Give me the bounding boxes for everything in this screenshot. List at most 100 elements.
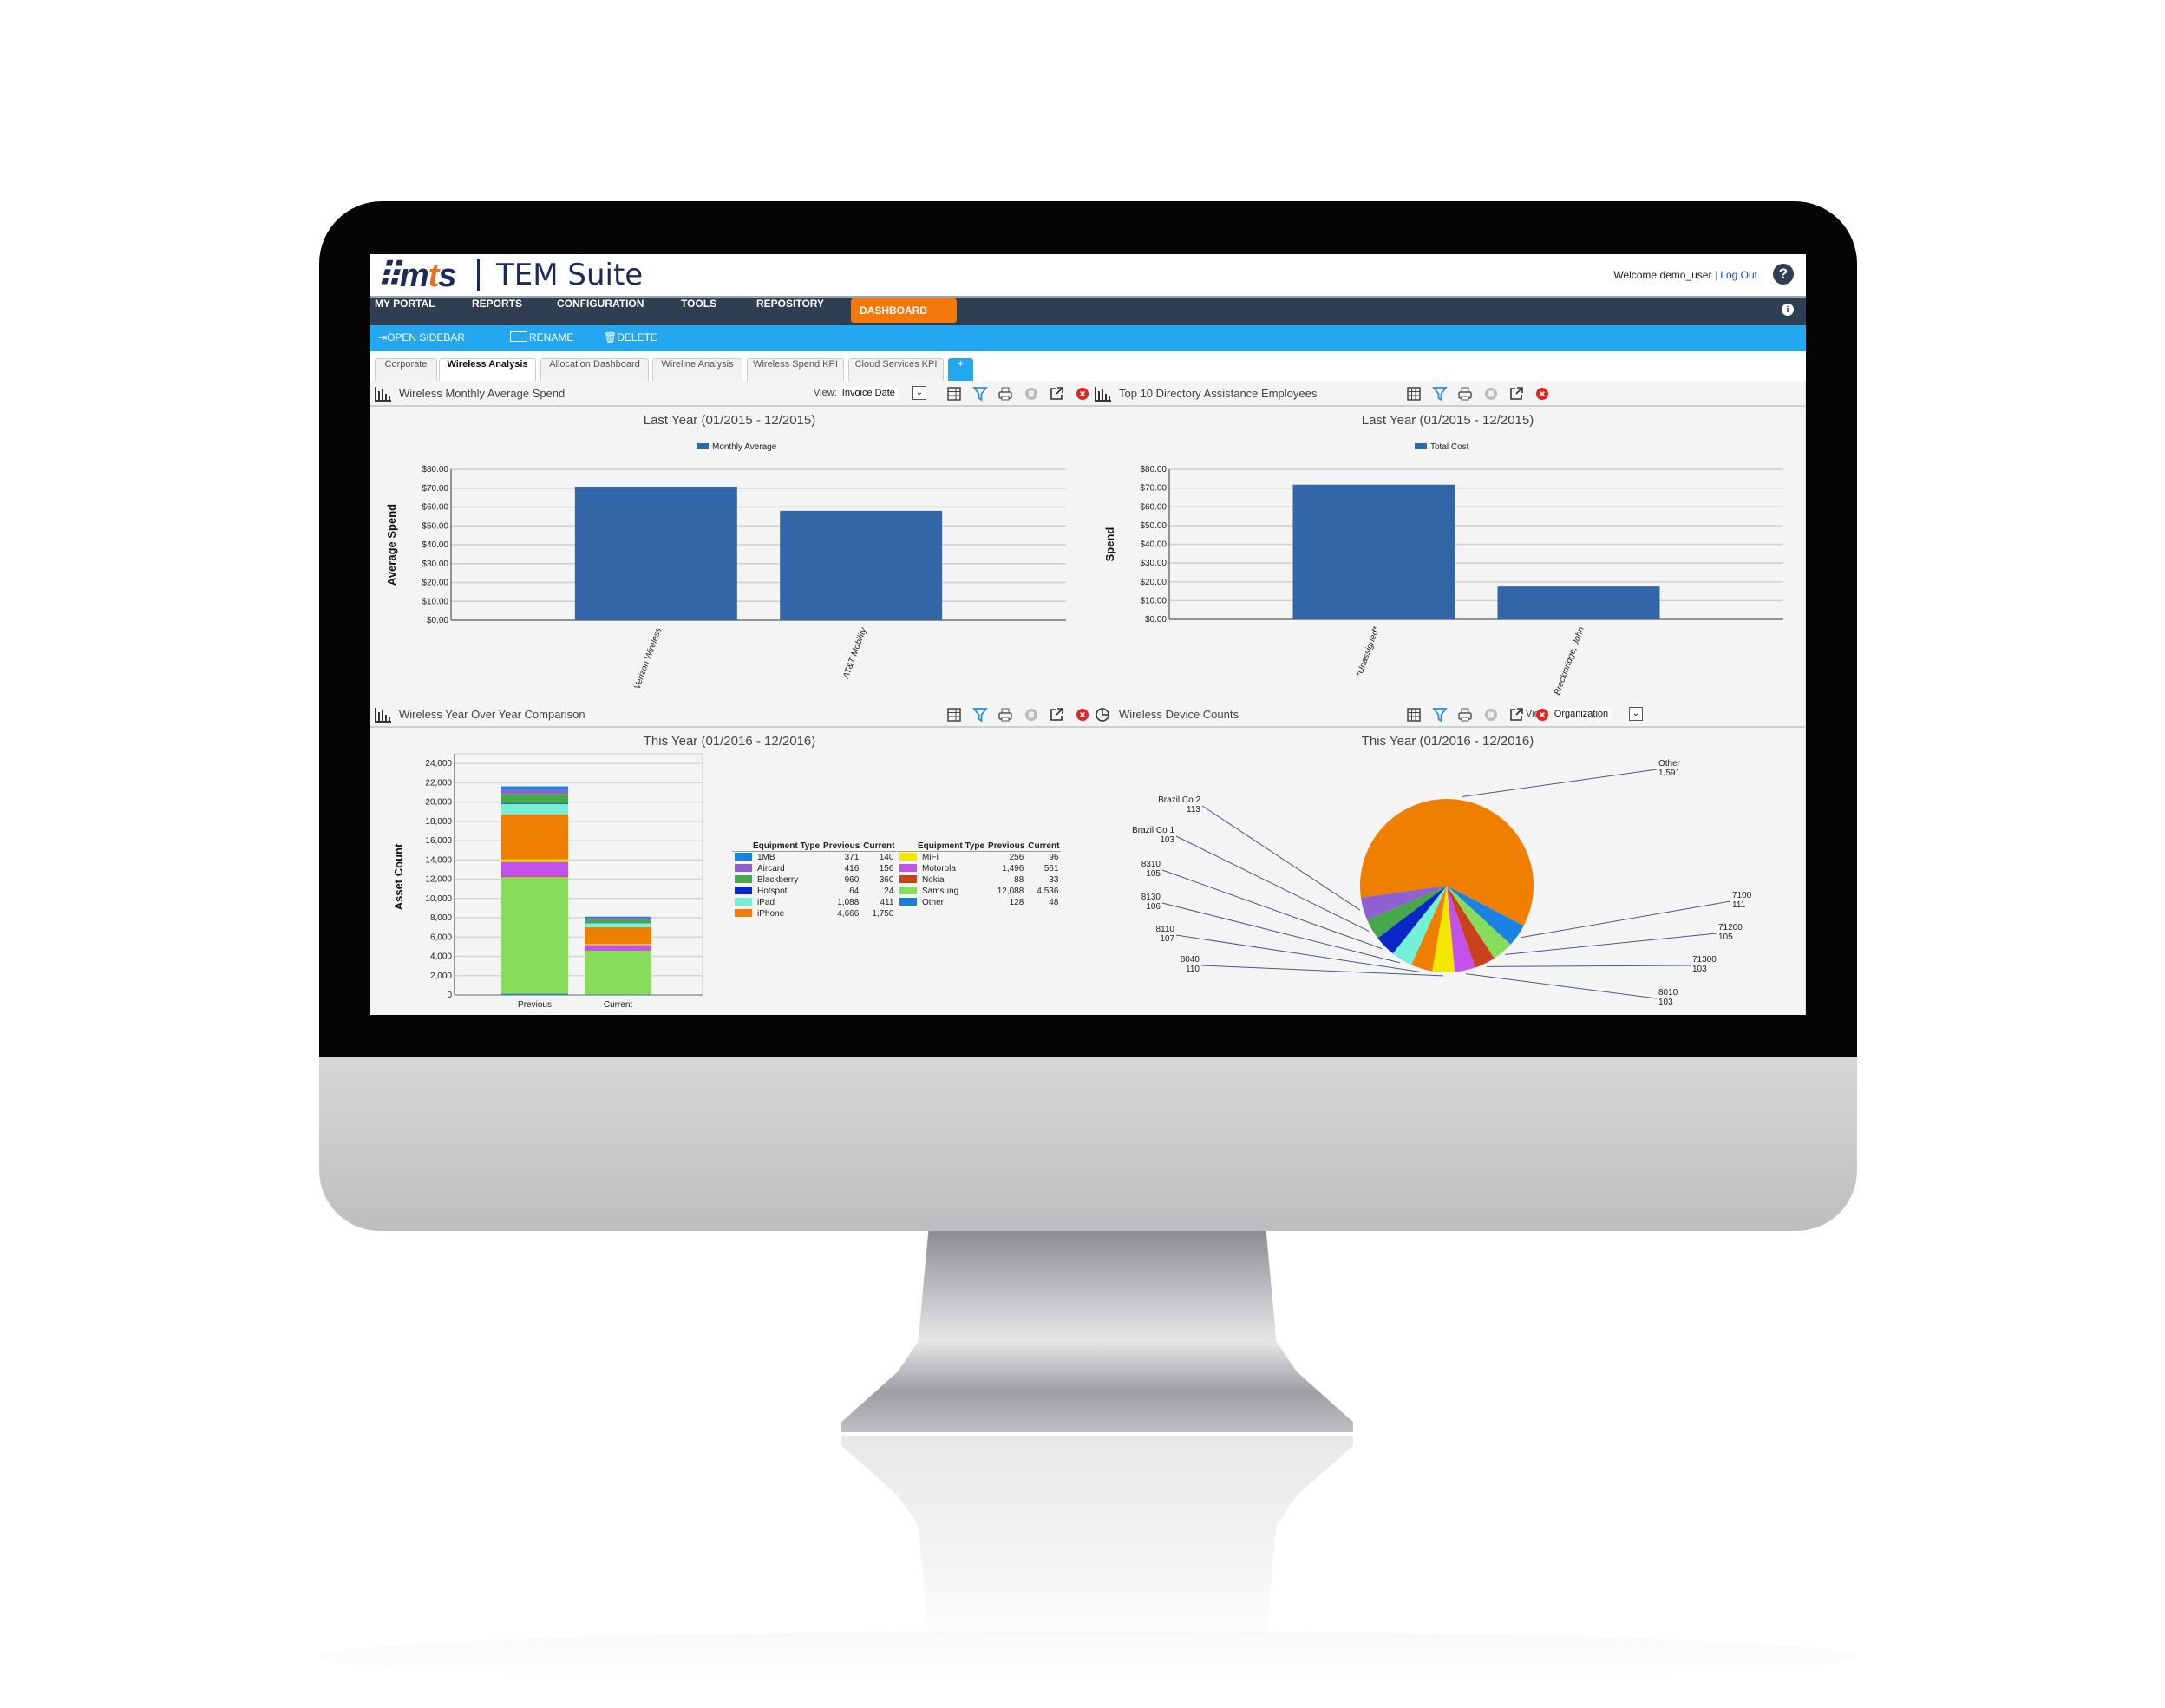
view-select[interactable]: View: Invoice Date (814, 387, 898, 399)
close-icon[interactable] (1534, 385, 1551, 402)
panel-body: This Year (01/2016 - 12/2016) 0 2,000 4,000… (370, 728, 1089, 1015)
popout-icon[interactable] (1508, 385, 1525, 402)
slice-value: 1,591 (1658, 769, 1680, 778)
current-value: 360 (879, 874, 894, 885)
previous-value: 256 (1009, 852, 1024, 862)
chevron-down-icon[interactable]: ⌄ (912, 386, 926, 400)
tab-corporate[interactable]: Corporate (375, 358, 437, 381)
export-excel-icon[interactable] (1023, 385, 1040, 402)
nav-tools[interactable]: TOOLS (681, 298, 716, 325)
app-header: ⠿mts TEM Suite Welcome demo_user | Log O… (370, 254, 1806, 296)
legend-swatch (735, 897, 752, 906)
leader-line (1462, 769, 1658, 798)
floor-shadow (319, 1631, 1857, 1683)
info-icon[interactable]: i (1782, 304, 1794, 316)
grid-icon[interactable] (945, 706, 963, 723)
view-value: Organization (1551, 708, 1612, 720)
y-tick-label: $50.00 (1140, 521, 1167, 531)
filter-icon[interactable] (971, 385, 989, 402)
rename-button[interactable]: RENAME (510, 331, 573, 344)
export-excel-icon[interactable] (1482, 385, 1500, 402)
logo-divider (477, 259, 480, 291)
nav-repository[interactable]: REPOSITORY (756, 298, 824, 325)
export-excel-icon[interactable] (1482, 706, 1500, 723)
nav-configuration[interactable]: CONFIGURATION (557, 298, 644, 325)
top10-spend-chart: Last Year (01/2015 - 12/2015) Total Cost $… (1103, 413, 1783, 697)
chevron-down-icon[interactable]: ⌄ (1629, 707, 1643, 721)
nav-reports[interactable]: REPORTS (472, 298, 522, 325)
y-tick-label: 10,000 (425, 894, 452, 904)
y-tick-label: $0.00 (427, 616, 448, 625)
leader-line (1521, 900, 1731, 939)
y-tick-label: 20,000 (425, 798, 452, 808)
tab-wireline-analysis[interactable]: Wireline Analysis (652, 358, 742, 381)
x-tick-label: Current (604, 1000, 633, 1010)
print-icon[interactable] (1456, 706, 1474, 723)
slice-value: 106 (1146, 902, 1161, 912)
legend-swatch (1415, 443, 1427, 449)
leader-line (1465, 973, 1658, 999)
help-icon[interactable]: ? (1773, 264, 1794, 285)
leader-line (1200, 965, 1444, 977)
bar (780, 510, 943, 620)
tab-wireless-spend-kpi[interactable]: Wireless Spend KPI (747, 358, 844, 381)
previous-value: 12,088 (997, 886, 1024, 896)
panel-title: Top 10 Directory Assistance Employees (1119, 387, 1318, 400)
column-header: Equipment Type (732, 841, 822, 852)
grid-icon[interactable] (1405, 706, 1423, 723)
close-icon[interactable] (1074, 706, 1091, 723)
panel-header: Wireless Monthly Average Spend View: Inv… (370, 381, 1089, 407)
close-icon[interactable] (1074, 385, 1091, 402)
slice-value: 111 (1732, 900, 1746, 910)
chart-title: This Year (01/2016 - 12/2016) (644, 734, 815, 749)
stacked-segment-ipad (585, 923, 651, 927)
legend-row: Other 128 48 (897, 897, 1061, 908)
close-icon[interactable] (1534, 706, 1551, 723)
print-icon[interactable] (997, 706, 1014, 723)
current-value: 156 (879, 863, 894, 874)
bar (574, 487, 737, 620)
add-tab-button[interactable]: + (948, 358, 973, 381)
slice-value: 103 (1160, 835, 1174, 845)
tab-cloud-services-kpi[interactable]: Cloud Services KPI (848, 358, 944, 381)
popout-icon[interactable] (1048, 385, 1065, 402)
panel-body: Last Year (01/2015 - 12/2015) Monthly Ave… (370, 407, 1089, 702)
panel-title: Wireless Device Counts (1119, 708, 1239, 721)
tab-wireless-analysis[interactable]: Wireless Analysis (439, 358, 536, 381)
equipment-type: MiFi (897, 852, 986, 863)
filter-icon[interactable] (971, 706, 989, 723)
grid-icon[interactable] (1405, 385, 1423, 402)
grid-icon[interactable] (945, 385, 963, 402)
print-icon[interactable] (1456, 385, 1474, 402)
popout-icon[interactable] (1508, 706, 1525, 723)
logo[interactable]: ⠿mts (376, 256, 456, 295)
filter-icon[interactable] (1431, 706, 1449, 723)
panel-header: Wireless Year Over Year Comparison (370, 702, 1089, 728)
logout-link[interactable]: Log Out (1720, 269, 1757, 281)
stacked-segment-iphone (501, 814, 568, 860)
legend-swatch (899, 874, 917, 883)
y-tick-label: 0 (447, 991, 452, 1000)
legend-row: Motorola 1,496 561 (897, 863, 1061, 874)
legend-header: Equipment Type Previous Current (897, 841, 1062, 852)
tab-allocation-dashboard[interactable]: Allocation Dashboard (540, 358, 649, 381)
sidebar-icon: ⇥ (378, 331, 388, 344)
equipment-type: Motorola (897, 863, 986, 874)
slice-value: 103 (1658, 998, 1673, 1007)
stacked-segment-mifi (585, 944, 651, 946)
export-excel-icon[interactable] (1023, 706, 1040, 723)
legend-row: Blackberry 960 360 (732, 874, 896, 886)
delete-button[interactable]: 🗑DELETE (604, 331, 657, 344)
filter-icon[interactable] (1431, 385, 1449, 402)
popout-icon[interactable] (1048, 706, 1065, 723)
open-sidebar-button[interactable]: ⇥OPEN SIDEBAR (378, 331, 465, 344)
nav-dashboard[interactable]: DASHBOARD ↗ (851, 298, 957, 341)
y-tick-label: $10.00 (1140, 596, 1167, 605)
previous-value: 64 (849, 886, 860, 896)
legend-row: Aircard 416 156 (732, 863, 896, 874)
print-icon[interactable] (997, 385, 1014, 402)
panel-device-counts: Wireless Device Counts View: Organizatio… (1089, 702, 1806, 1015)
nav-my-portal[interactable]: MY PORTAL (375, 298, 435, 325)
leader-line (1486, 965, 1691, 967)
stacked-segment-blackberry (585, 919, 651, 924)
